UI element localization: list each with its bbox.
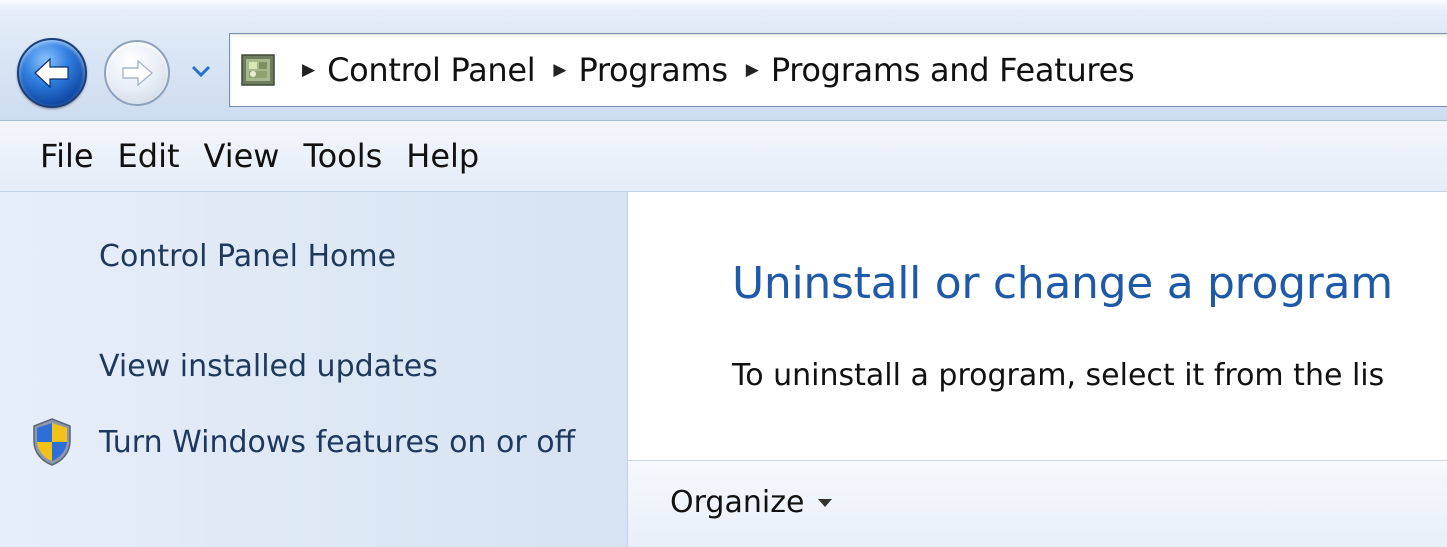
programs-and-features-window: ▶ Control Panel ▶ Programs ▶ Programs an… [0, 0, 1447, 547]
control-panel-icon [238, 49, 280, 91]
main-content: Uninstall or change a program To uninsta… [628, 192, 1447, 547]
address-bar[interactable]: ▶ Control Panel ▶ Programs ▶ Programs an… [229, 33, 1447, 107]
caret-down-icon [818, 498, 833, 507]
page-title: Uninstall or change a program [732, 258, 1393, 309]
breadcrumb-programs-and-features[interactable]: Programs and Features [771, 51, 1135, 89]
chevron-down-icon [191, 65, 211, 78]
menu-bar: File Edit View Tools Help [0, 121, 1447, 192]
bar-highlight [0, 0, 1447, 10]
back-arrow-icon [34, 57, 69, 89]
navigation-bar: ▶ Control Panel ▶ Programs ▶ Programs an… [0, 0, 1447, 121]
triangle-right-icon[interactable]: ▶ [302, 61, 315, 79]
organize-button[interactable]: Organize [670, 485, 833, 520]
forward-button[interactable] [104, 40, 170, 106]
turn-windows-features-link[interactable]: Turn Windows features on or off [99, 420, 599, 466]
recent-pages-dropdown[interactable] [190, 60, 212, 82]
menu-tools[interactable]: Tools [303, 137, 406, 175]
triangle-right-icon[interactable]: ▶ [746, 61, 759, 79]
menu-view[interactable]: View [204, 137, 304, 175]
menu-edit[interactable]: Edit [118, 137, 204, 175]
breadcrumb-programs[interactable]: Programs [578, 51, 728, 89]
menu-help[interactable]: Help [406, 137, 503, 175]
back-button[interactable] [17, 38, 87, 108]
page-description: To uninstall a program, select it from t… [732, 358, 1385, 393]
command-bar: Organize [628, 460, 1447, 547]
triangle-right-icon[interactable]: ▶ [553, 61, 566, 79]
breadcrumb-control-panel[interactable]: Control Panel [327, 51, 536, 89]
view-installed-updates-link[interactable]: View installed updates [99, 344, 438, 390]
task-pane: Control Panel Home View installed update… [0, 192, 628, 547]
control-panel-home-link[interactable]: Control Panel Home [99, 234, 396, 280]
uac-shield-icon [33, 418, 71, 466]
forward-arrow-icon [122, 59, 154, 87]
organize-label: Organize [670, 485, 805, 520]
menu-file[interactable]: File [40, 137, 118, 175]
